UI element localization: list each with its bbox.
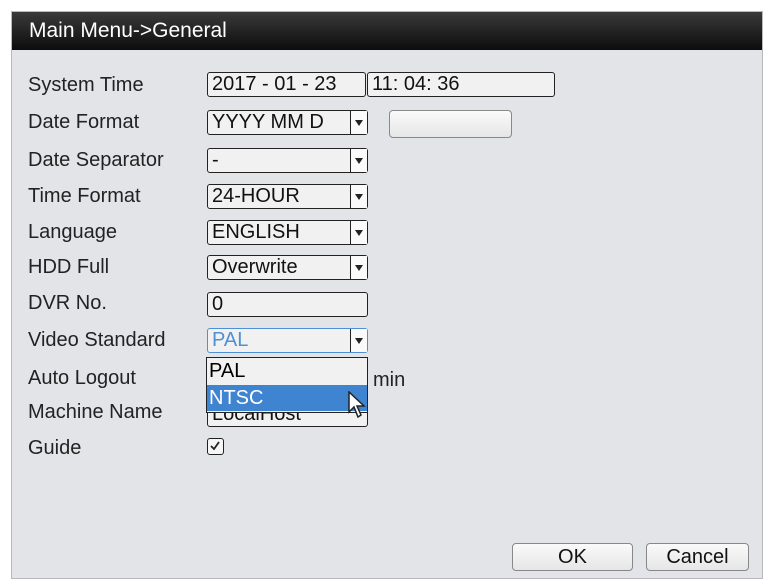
auto-logout-unit: min (373, 369, 406, 391)
language-select[interactable]: ENGLISH (207, 220, 368, 245)
dropdown-option-ntsc[interactable]: NTSC (207, 385, 367, 411)
date-format-label: Date Format (28, 111, 140, 133)
date-separator-value: - (212, 149, 219, 171)
video-standard-label: Video Standard (28, 329, 166, 351)
video-standard-dropdown: PAL NTSC (206, 357, 368, 419)
chevron-down-icon[interactable] (350, 221, 367, 244)
system-time-label: System Time (28, 74, 144, 96)
video-standard-select[interactable]: PAL (207, 328, 368, 353)
date-format-select[interactable]: YYYY MM D (207, 110, 368, 135)
time-format-label: Time Format (28, 185, 141, 207)
machine-name-label: Machine Name (28, 401, 163, 423)
language-label: Language (28, 221, 117, 243)
check-icon (210, 441, 220, 451)
system-date-field[interactable]: 2017 - 01 - 23 (207, 72, 366, 97)
chevron-down-icon[interactable] (350, 149, 367, 172)
dvr-no-label: DVR No. (28, 292, 107, 314)
hdd-full-select[interactable]: Overwrite (207, 255, 368, 280)
chevron-down-icon[interactable] (350, 256, 367, 279)
cancel-button[interactable]: Cancel (646, 543, 749, 571)
ok-button[interactable]: OK (512, 543, 633, 571)
window-title: Main Menu->General (12, 12, 762, 50)
dst-button[interactable] (389, 110, 512, 138)
dvr-no-value: 0 (212, 293, 224, 315)
chevron-down-icon[interactable] (350, 111, 367, 134)
system-time-value: 11: 04: 36 (372, 73, 460, 95)
guide-checkbox[interactable] (207, 438, 224, 455)
language-value: ENGLISH (212, 221, 300, 243)
date-separator-select[interactable]: - (207, 148, 368, 173)
video-standard-value: PAL (212, 329, 249, 351)
chevron-down-icon[interactable] (350, 185, 367, 208)
hdd-full-value: Overwrite (212, 256, 298, 278)
chevron-down-icon[interactable] (350, 329, 367, 352)
date-separator-label: Date Separator (28, 149, 164, 171)
system-date-value: 2017 - 01 - 23 (212, 73, 337, 95)
system-time-field[interactable]: 11: 04: 36 (367, 72, 555, 97)
dropdown-option-pal[interactable]: PAL (207, 358, 367, 384)
hdd-full-label: HDD Full (28, 256, 110, 278)
mouse-cursor-icon (348, 391, 366, 419)
time-format-select[interactable]: 24-HOUR (207, 184, 368, 209)
auto-logout-label: Auto Logout (28, 367, 136, 389)
date-format-value: YYYY MM D (212, 111, 324, 133)
guide-label: Guide (28, 437, 82, 459)
general-settings-window: Main Menu->General System Time Date Form… (11, 11, 763, 579)
time-format-value: 24-HOUR (212, 185, 300, 207)
dvr-no-input[interactable]: 0 (207, 292, 368, 317)
